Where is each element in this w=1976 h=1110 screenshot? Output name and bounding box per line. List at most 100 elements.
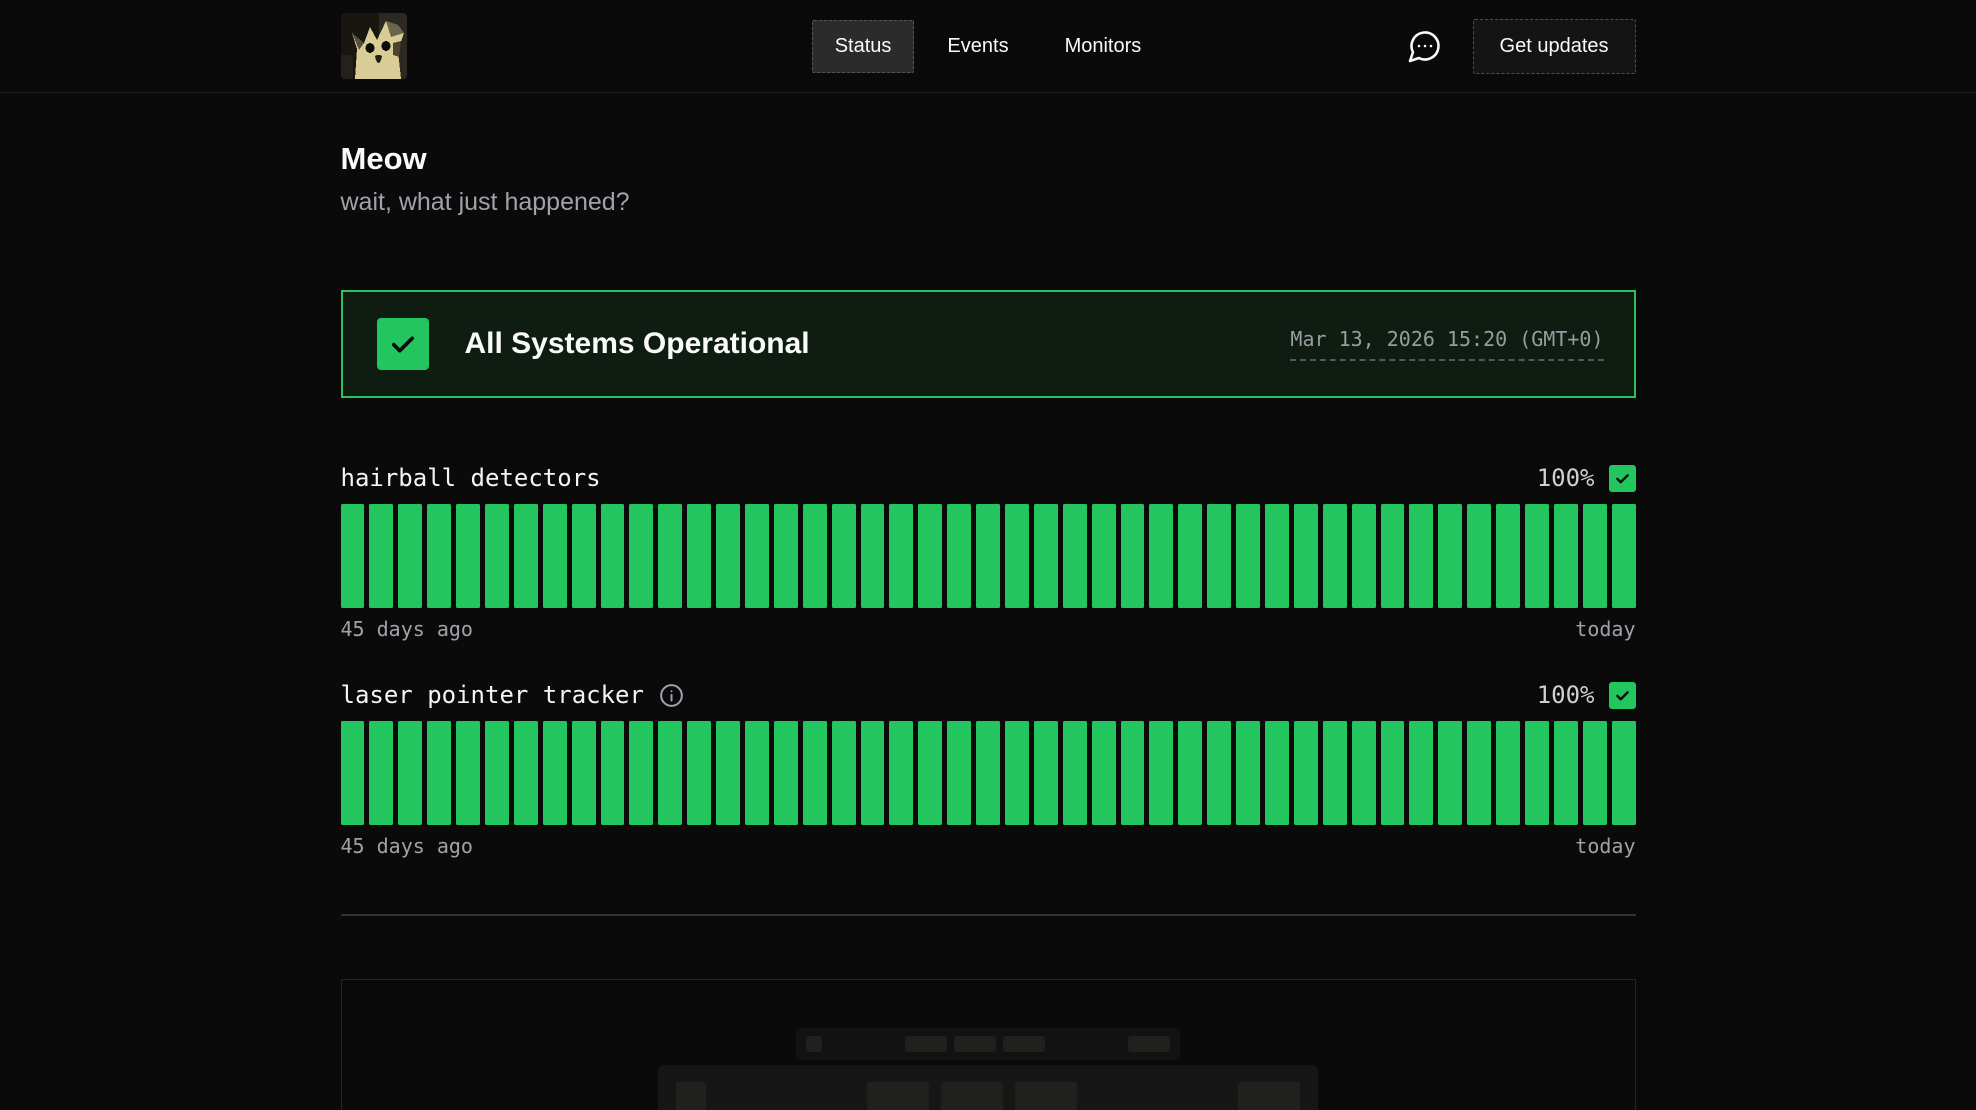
uptime-day-bar[interactable] [947, 721, 971, 825]
info-icon[interactable] [658, 682, 685, 709]
uptime-day-bar[interactable] [716, 504, 740, 608]
uptime-day-bar[interactable] [1063, 721, 1087, 825]
uptime-day-bar[interactable] [1352, 504, 1376, 608]
uptime-day-bar[interactable] [427, 721, 451, 825]
status-timestamp[interactable]: Mar 13, 2026 15:20 (GMT+0) [1290, 327, 1603, 361]
uptime-day-bar[interactable] [456, 504, 480, 608]
uptime-day-bar[interactable] [1583, 504, 1607, 608]
uptime-day-bar[interactable] [369, 721, 393, 825]
uptime-day-bar[interactable] [485, 504, 509, 608]
uptime-day-bar[interactable] [1496, 504, 1520, 608]
uptime-day-bar[interactable] [1265, 504, 1289, 608]
uptime-day-bar[interactable] [918, 721, 942, 825]
preview-button-placeholder [1238, 1082, 1300, 1110]
uptime-day-bar[interactable] [1294, 721, 1318, 825]
uptime-day-bar[interactable] [1178, 504, 1202, 608]
uptime-day-bar[interactable] [1236, 721, 1260, 825]
uptime-day-bar[interactable] [629, 504, 653, 608]
uptime-day-bar[interactable] [889, 504, 913, 608]
uptime-day-bar[interactable] [774, 504, 798, 608]
uptime-day-bar[interactable] [1467, 504, 1491, 608]
uptime-day-bar[interactable] [1063, 504, 1087, 608]
uptime-day-bar[interactable] [832, 721, 856, 825]
uptime-day-bar[interactable] [1409, 721, 1433, 825]
uptime-day-bar[interactable] [1554, 721, 1578, 825]
uptime-day-bar[interactable] [1438, 721, 1462, 825]
uptime-day-bar[interactable] [803, 721, 827, 825]
uptime-day-bar[interactable] [716, 721, 740, 825]
uptime-day-bar[interactable] [1092, 721, 1116, 825]
uptime-day-bar[interactable] [1034, 504, 1058, 608]
uptime-day-bar[interactable] [889, 721, 913, 825]
site-logo-cat-image[interactable] [341, 13, 407, 79]
uptime-day-bar[interactable] [1236, 504, 1260, 608]
uptime-day-bar[interactable] [1034, 721, 1058, 825]
uptime-day-bar[interactable] [1381, 721, 1405, 825]
uptime-day-bar[interactable] [976, 721, 1000, 825]
uptime-day-bar[interactable] [1207, 504, 1231, 608]
feedback-chat-button[interactable] [1405, 26, 1445, 66]
uptime-day-bar[interactable] [1121, 504, 1145, 608]
uptime-day-bar[interactable] [629, 721, 653, 825]
uptime-day-bar[interactable] [1005, 504, 1029, 608]
uptime-day-bar[interactable] [1525, 721, 1549, 825]
uptime-day-bar[interactable] [398, 721, 422, 825]
uptime-day-bar[interactable] [1121, 721, 1145, 825]
uptime-day-bar[interactable] [1525, 504, 1549, 608]
uptime-day-bar[interactable] [1294, 504, 1318, 608]
get-updates-button[interactable]: Get updates [1473, 19, 1636, 74]
uptime-day-bar[interactable] [745, 504, 769, 608]
uptime-day-bar[interactable] [1409, 504, 1433, 608]
uptime-day-bar[interactable] [947, 504, 971, 608]
uptime-day-bar[interactable] [861, 721, 885, 825]
uptime-day-bar[interactable] [1612, 721, 1636, 825]
uptime-day-bar[interactable] [514, 504, 538, 608]
nav-tab-events[interactable]: Events [924, 20, 1031, 73]
uptime-day-bar[interactable] [1207, 721, 1231, 825]
uptime-day-bar[interactable] [1438, 504, 1462, 608]
uptime-day-bar[interactable] [1583, 721, 1607, 825]
nav-tab-status[interactable]: Status [812, 20, 915, 73]
uptime-day-bar[interactable] [427, 504, 451, 608]
uptime-day-bar[interactable] [976, 504, 1000, 608]
uptime-day-bar[interactable] [658, 721, 682, 825]
uptime-day-bar[interactable] [398, 504, 422, 608]
uptime-day-bar[interactable] [832, 504, 856, 608]
uptime-day-bar[interactable] [1149, 721, 1173, 825]
uptime-day-bar[interactable] [687, 504, 711, 608]
uptime-day-bar[interactable] [1352, 721, 1376, 825]
uptime-day-bar[interactable] [1323, 721, 1347, 825]
uptime-day-bar[interactable] [543, 504, 567, 608]
uptime-day-bar[interactable] [572, 504, 596, 608]
uptime-day-bar[interactable] [918, 504, 942, 608]
uptime-day-bar[interactable] [369, 504, 393, 608]
uptime-day-bar[interactable] [543, 721, 567, 825]
uptime-day-bar[interactable] [1178, 721, 1202, 825]
uptime-day-bar[interactable] [341, 504, 365, 608]
uptime-day-bar[interactable] [658, 504, 682, 608]
uptime-day-bar[interactable] [803, 504, 827, 608]
uptime-day-bar[interactable] [687, 721, 711, 825]
shocked-cat-icon [341, 13, 407, 79]
uptime-day-bar[interactable] [514, 721, 538, 825]
uptime-day-bar[interactable] [601, 721, 625, 825]
nav-tab-monitors[interactable]: Monitors [1042, 20, 1165, 73]
uptime-day-bar[interactable] [1554, 504, 1578, 608]
uptime-day-bar[interactable] [1092, 504, 1116, 608]
uptime-day-bar[interactable] [485, 721, 509, 825]
uptime-day-bar[interactable] [601, 504, 625, 608]
uptime-day-bar[interactable] [1467, 721, 1491, 825]
uptime-day-bar[interactable] [341, 721, 365, 825]
uptime-day-bar[interactable] [572, 721, 596, 825]
uptime-day-bar[interactable] [774, 721, 798, 825]
uptime-day-bar[interactable] [1149, 504, 1173, 608]
uptime-day-bar[interactable] [861, 504, 885, 608]
uptime-day-bar[interactable] [1005, 721, 1029, 825]
uptime-day-bar[interactable] [456, 721, 480, 825]
uptime-day-bar[interactable] [1612, 504, 1636, 608]
uptime-day-bar[interactable] [1496, 721, 1520, 825]
uptime-day-bar[interactable] [745, 721, 769, 825]
uptime-day-bar[interactable] [1265, 721, 1289, 825]
uptime-day-bar[interactable] [1323, 504, 1347, 608]
uptime-day-bar[interactable] [1381, 504, 1405, 608]
